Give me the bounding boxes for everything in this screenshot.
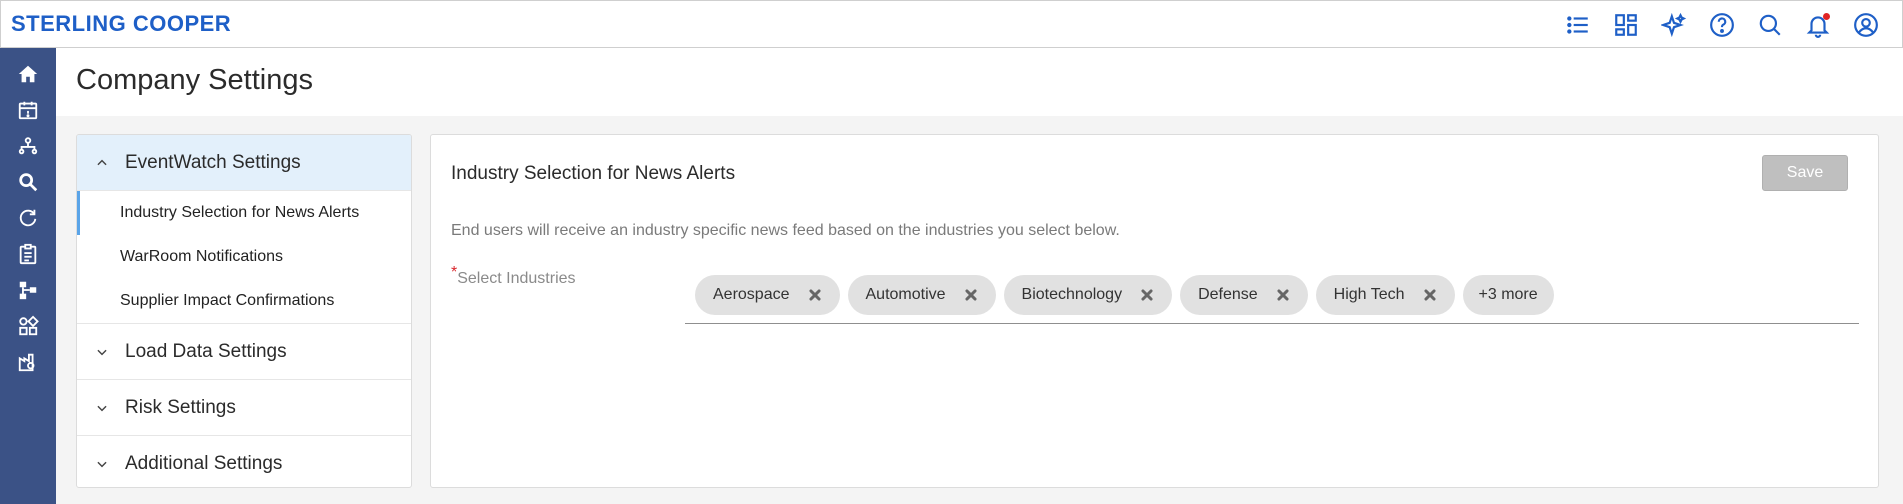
menu-item-industry-selection[interactable]: Industry Selection for News Alerts: [77, 191, 411, 235]
menu-item-label: Industry Selection for News Alerts: [120, 204, 360, 221]
more-industries-chip[interactable]: +3 more: [1462, 275, 1554, 315]
menu-item-label: WarRoom Notifications: [120, 248, 284, 265]
menu-group-load-data-settings[interactable]: Load Data Settings: [77, 324, 411, 380]
menu-group-label: Load Data Settings: [125, 340, 287, 362]
menu-group-label: EventWatch Settings: [125, 151, 301, 173]
widgets-icon[interactable]: [0, 308, 56, 344]
chevron-down-icon: [97, 405, 107, 411]
help-icon[interactable]: [1704, 7, 1740, 43]
field-label-text: Select Industries: [457, 270, 576, 287]
remove-chip-icon[interactable]: [1276, 288, 1290, 302]
industry-multiselect[interactable]: Aerospace Automotive Biotechnology Defen…: [685, 267, 1859, 324]
industry-chip[interactable]: Biotechnology: [1003, 275, 1173, 315]
calendar-icon[interactable]: [0, 92, 56, 128]
chip-label: Defense: [1198, 286, 1258, 303]
save-button[interactable]: Save: [1762, 155, 1848, 191]
page-title: Company Settings: [76, 64, 313, 96]
menu-item-supplier-impact-confirmations[interactable]: Supplier Impact Confirmations: [77, 279, 411, 323]
list-icon[interactable]: [1560, 7, 1596, 43]
industry-chip[interactable]: Aerospace: [695, 275, 840, 315]
industry-chip[interactable]: Automotive: [847, 275, 996, 315]
settings-panel: Industry Selection for News Alerts Save …: [430, 134, 1879, 488]
select-industries-label: *Select Industries: [451, 264, 576, 288]
brand-logo[interactable]: STERLING COOPER: [11, 11, 231, 37]
refresh-icon[interactable]: [0, 200, 56, 236]
home-icon[interactable]: [0, 56, 56, 92]
clipboard-icon[interactable]: [0, 236, 56, 272]
chevron-up-icon: [97, 159, 107, 165]
menu-group-label: Risk Settings: [125, 396, 236, 418]
panel-description: End users will receive an industry speci…: [451, 222, 1120, 239]
notification-dot: [1823, 13, 1830, 20]
top-icon-group: [1560, 1, 1884, 49]
required-mark: *: [451, 264, 458, 281]
side-navigation: [0, 48, 56, 504]
chip-label: Automotive: [865, 286, 946, 303]
menu-item-label: Supplier Impact Confirmations: [120, 292, 335, 309]
bell-icon[interactable]: [1800, 7, 1836, 43]
network-icon[interactable]: [0, 128, 56, 164]
chip-label: High Tech: [1333, 286, 1405, 303]
settings-menu: EventWatch Settings Industry Selection f…: [76, 134, 412, 488]
menu-subitems: Industry Selection for News Alerts WarRo…: [77, 191, 411, 324]
user-icon[interactable]: [1848, 7, 1884, 43]
remove-chip-icon[interactable]: [964, 288, 978, 302]
menu-group-eventwatch-settings[interactable]: EventWatch Settings: [77, 135, 411, 191]
chip-label: Biotechnology: [1021, 286, 1123, 303]
hierarchy-icon[interactable]: [0, 272, 56, 308]
factory-icon[interactable]: [0, 344, 56, 380]
chip-label: Aerospace: [713, 286, 790, 303]
menu-group-label: Additional Settings: [125, 453, 283, 474]
sparkle-icon[interactable]: [1656, 7, 1692, 43]
menu-group-risk-settings[interactable]: Risk Settings: [77, 380, 411, 436]
menu-item-warroom-notifications[interactable]: WarRoom Notifications: [77, 235, 411, 279]
remove-chip-icon[interactable]: [1423, 288, 1437, 302]
page-header: Company Settings: [56, 48, 1903, 116]
search-zoom-icon[interactable]: [0, 164, 56, 200]
top-bar: STERLING COOPER: [0, 0, 1903, 48]
menu-group-additional-settings[interactable]: Additional Settings: [77, 436, 411, 487]
search-icon[interactable]: [1752, 7, 1788, 43]
industry-chip[interactable]: High Tech: [1315, 275, 1455, 315]
chevron-down-icon: [97, 349, 107, 355]
remove-chip-icon[interactable]: [808, 288, 822, 302]
industry-chip[interactable]: Defense: [1180, 275, 1308, 315]
remove-chip-icon[interactable]: [1140, 288, 1154, 302]
dashboard-icon[interactable]: [1608, 7, 1644, 43]
chevron-down-icon: [97, 461, 107, 468]
panel-title: Industry Selection for News Alerts: [451, 163, 736, 184]
